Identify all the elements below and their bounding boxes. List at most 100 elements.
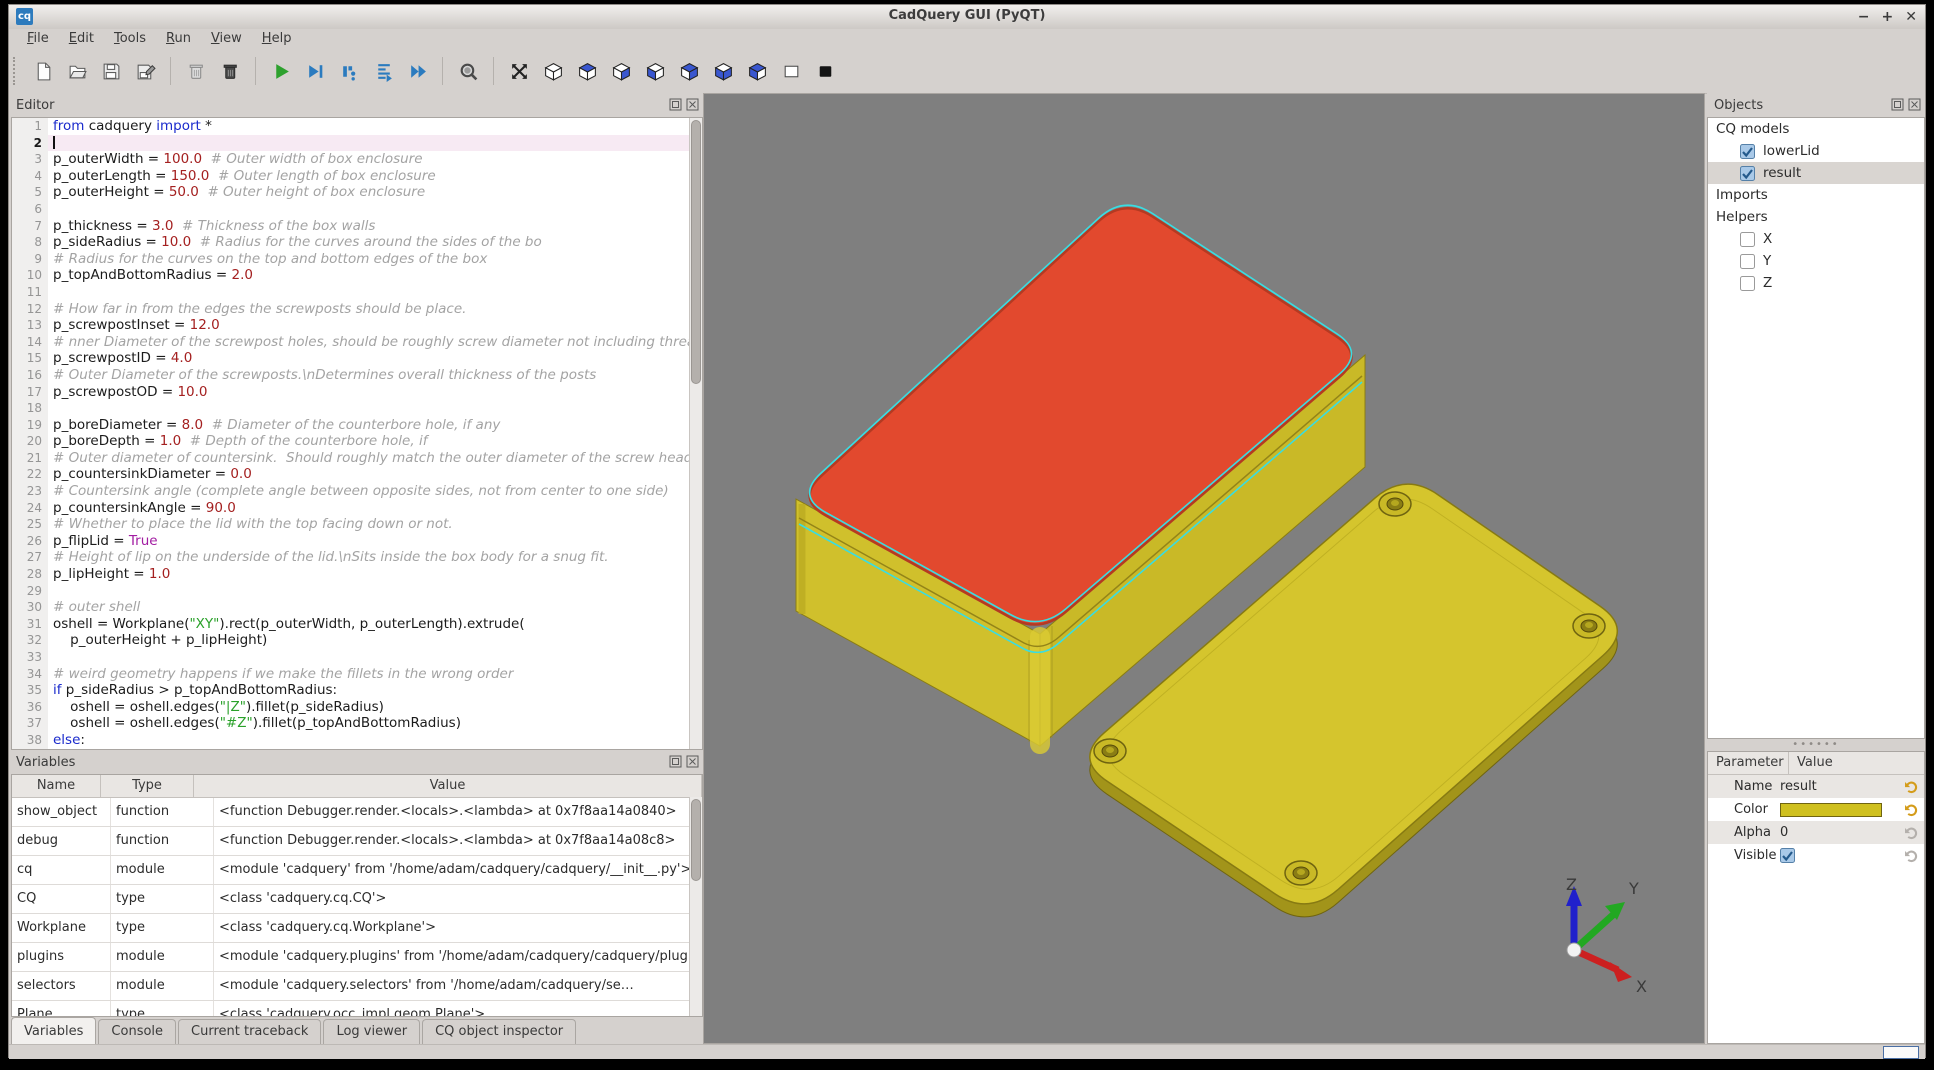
editor-scrollbar-thumb[interactable] [691, 120, 701, 384]
toolbar-button-debug[interactable] [302, 58, 328, 84]
tab-variables[interactable]: Variables [11, 1017, 96, 1044]
panel-splitter[interactable]: •••••• [1707, 739, 1925, 751]
param-value[interactable]: result [1780, 779, 1902, 794]
unchecked-checkbox[interactable] [1740, 232, 1755, 247]
tab-current-traceback[interactable]: Current traceback [178, 1019, 321, 1044]
col-header-value[interactable]: Value [1789, 752, 1833, 774]
checked-checkbox[interactable] [1740, 166, 1755, 181]
variable-row-debug[interactable]: debugfunction<function Debugger.render.<… [12, 827, 702, 856]
toolbar-button-back-view[interactable] [744, 58, 770, 84]
col-header-type[interactable]: Type [101, 775, 194, 797]
menu-item-view[interactable]: View [201, 29, 252, 49]
tree-item-z[interactable]: Z [1708, 272, 1924, 294]
variable-row-cq[interactable]: CQtype<class 'cadquery.cq.CQ'> [12, 885, 702, 914]
code-editor[interactable]: 1from cadquery import *23p_outerWidth = … [12, 118, 690, 749]
toolbar-button-right-view[interactable] [676, 58, 702, 84]
toolbar-button-search[interactable] [455, 58, 481, 84]
code-line-12: 12# How far in from the edges the screwp… [12, 301, 690, 318]
tree-item-y[interactable]: Y [1708, 250, 1924, 272]
param-value[interactable] [1780, 848, 1902, 863]
float-panel-icon[interactable] [669, 755, 682, 768]
undo-icon[interactable] [1902, 801, 1922, 819]
minimize-button[interactable]: − [1858, 7, 1870, 27]
undo-icon[interactable] [1902, 778, 1922, 796]
titlebar[interactable]: cq CadQuery GUI (PyQT) −+✕ [9, 5, 1925, 30]
menu-item-tools[interactable]: Tools [104, 29, 156, 49]
col-header-value[interactable]: Value [194, 775, 702, 797]
menu-item-run[interactable]: Run [156, 29, 201, 49]
tree-item-x[interactable]: X [1708, 228, 1924, 250]
line-number: 30 [12, 599, 48, 616]
toolbar-button-save-as[interactable] [132, 58, 158, 84]
toolbar-button-left-view[interactable] [642, 58, 668, 84]
menu-item-edit[interactable]: Edit [59, 29, 104, 49]
param-row-color[interactable]: Color [1708, 798, 1924, 821]
variable-row-plugins[interactable]: pluginsmodule<module 'cadquery.plugins' … [12, 943, 702, 972]
float-panel-icon[interactable] [1891, 98, 1904, 111]
toolbar-button-new-file[interactable] [30, 58, 56, 84]
tab-console[interactable]: Console [98, 1019, 176, 1044]
close-panel-icon[interactable] [686, 755, 699, 768]
toolbar-button-bottom-view[interactable] [608, 58, 634, 84]
toolbar-button-front-view[interactable] [710, 58, 736, 84]
unchecked-checkbox[interactable] [1740, 276, 1755, 291]
variable-row-selectors[interactable]: selectorsmodule<module 'cadquery.selecto… [12, 972, 702, 1001]
variable-row-workplane[interactable]: Workplanetype<class 'cadquery.cq.Workpla… [12, 914, 702, 943]
variable-type: type [111, 914, 214, 942]
toolbar-button-save[interactable] [98, 58, 124, 84]
undo-icon[interactable] [1902, 847, 1922, 865]
viewport-3d[interactable]: Z Y X [703, 93, 1705, 1044]
close-panel-icon[interactable] [686, 98, 699, 111]
tree-item-lowerlid[interactable]: lowerLid [1708, 140, 1924, 162]
menu-item-help[interactable]: Help [252, 29, 302, 49]
float-panel-icon[interactable] [669, 98, 682, 111]
close-panel-icon[interactable] [1908, 98, 1921, 111]
checked-checkbox[interactable] [1740, 144, 1755, 159]
variable-row-plane[interactable]: Planetype<class 'cadquery.occ_impl.geom.… [12, 1001, 702, 1017]
close-button[interactable]: ✕ [1905, 7, 1917, 27]
undo-icon[interactable] [1902, 824, 1922, 842]
checked-checkbox[interactable] [1780, 848, 1795, 863]
variable-row-cq[interactable]: cqmodule<module 'cadquery' from '/home/a… [12, 856, 702, 885]
toolbar-button-step[interactable] [336, 58, 362, 84]
editor-scrollbar[interactable] [689, 118, 702, 749]
tree-item-cq-models[interactable]: CQ models [1708, 118, 1924, 140]
tree-item-label: lowerLid [1763, 143, 1820, 159]
back-view-icon [747, 61, 768, 82]
tree-item-result[interactable]: result [1708, 162, 1924, 184]
col-header-name[interactable]: Name [12, 775, 101, 797]
toolbar-button-render[interactable] [268, 58, 294, 84]
size-grip[interactable] [1883, 1046, 1919, 1059]
toolbar-button-fit-view[interactable] [506, 58, 532, 84]
toolbar-separator [255, 57, 256, 85]
color-swatch[interactable] [1780, 803, 1882, 817]
toolbar-button-continue[interactable] [404, 58, 430, 84]
variables-scrollbar[interactable] [689, 797, 702, 1016]
toolbar-button-step-into[interactable] [370, 58, 396, 84]
unchecked-checkbox[interactable] [1740, 254, 1755, 269]
objects-tree: CQ models lowerLid resultImportsHelpersXYZ [1707, 117, 1925, 739]
toolbar-button-top-view[interactable] [574, 58, 600, 84]
param-value[interactable]: 0 [1780, 825, 1902, 840]
param-row-visible[interactable]: Visible [1708, 844, 1924, 867]
maximize-button[interactable]: + [1882, 7, 1894, 27]
toolbar-button-delete[interactable] [217, 58, 243, 84]
toolbar-button-wireframe-view[interactable] [778, 58, 804, 84]
toolbar-button-open-file[interactable] [64, 58, 90, 84]
tab-cq-object-inspector[interactable]: CQ object inspector [422, 1019, 576, 1044]
param-row-alpha[interactable]: Alpha0 [1708, 821, 1924, 844]
toolbar-button-shaded-view[interactable] [812, 58, 838, 84]
col-header-parameter[interactable]: Parameter [1708, 752, 1789, 774]
toolbar-handle[interactable] [13, 57, 21, 85]
tree-item-imports[interactable]: Imports [1708, 184, 1924, 206]
param-row-name[interactable]: Nameresult [1708, 775, 1924, 798]
variables-scrollbar-thumb[interactable] [691, 799, 701, 881]
tree-item-helpers[interactable]: Helpers [1708, 206, 1924, 228]
toolbar-button-iso-view[interactable] [540, 58, 566, 84]
toolbar-button-clear[interactable] [183, 58, 209, 84]
menu-item-file[interactable]: File [17, 29, 59, 49]
tab-log-viewer[interactable]: Log viewer [323, 1019, 420, 1044]
param-value[interactable] [1780, 803, 1902, 817]
objects-panel-header: Objects [1707, 93, 1925, 117]
variable-row-show-object[interactable]: show_objectfunction<function Debugger.re… [12, 798, 702, 827]
